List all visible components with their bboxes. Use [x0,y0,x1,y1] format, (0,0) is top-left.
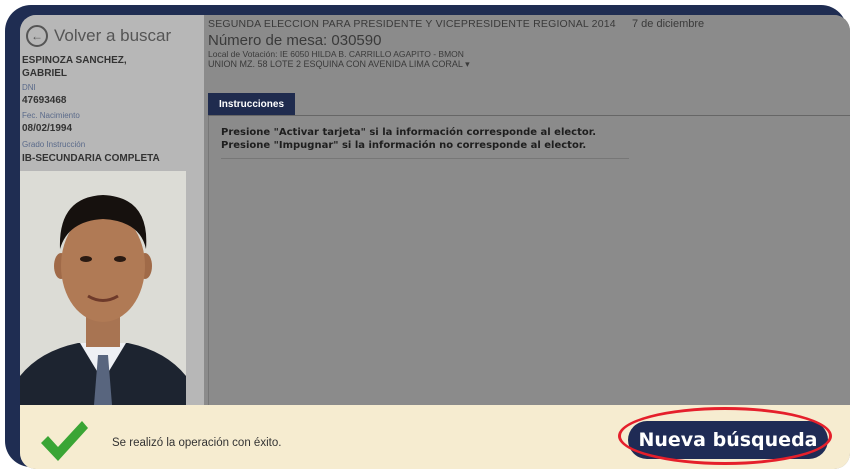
voter-surname: ESPINOZA SANCHEZ, [22,55,127,66]
voting-address: UNION MZ. 58 LOTE 2 ESQUINA CON AVENIDA … [208,59,616,70]
arrow-left-icon: ← [26,25,48,47]
success-message: Se realizó la operación con éxito. [112,437,282,449]
instructions-text: Presione "Activar tarjeta" si la informa… [221,126,596,152]
voter-photo [20,171,186,405]
address-text: UNION MZ. 58 LOTE 2 ESQUINA CON AVENIDA … [208,59,463,69]
app-screen: ← Volver a buscar ESPINOZA SANCHEZ, GABR… [20,15,850,469]
checkmark-icon [41,421,88,461]
success-footer: Se realizó la operación con éxito. Nueva… [20,405,850,469]
tablet-frame: ← Volver a buscar ESPINOZA SANCHEZ, GABR… [5,5,850,469]
instruction-line-challenge: Presione "Impugnar" si la información no… [221,140,587,151]
instructions-divider [221,158,629,159]
education-label: Grado Instrucción [22,140,86,149]
main-panel: SEGUNDA ELECCION PARA PRESIDENTE Y VICEP… [204,15,850,405]
back-to-search-link[interactable]: ← Volver a buscar [26,25,171,47]
birthdate-value: 08/02/1994 [22,123,73,134]
voter-name: GABRIEL [22,68,67,79]
election-header: SEGUNDA ELECCION PARA PRESIDENTE Y VICEP… [208,18,704,70]
dni-value: 47693468 [22,95,67,106]
location-pin-icon: ▾ [465,59,470,69]
table-number: Número de mesa: 030590 [208,32,382,49]
sidebar: ← Volver a buscar ESPINOZA SANCHEZ, GABR… [20,15,204,405]
instruction-line-activate: Presione "Activar tarjeta" si la informa… [221,127,597,138]
election-title: SEGUNDA ELECCION PARA PRESIDENTE Y VICEP… [208,18,616,30]
voting-location: Local de Votación: IE 6050 HILDA B. CARR… [208,49,464,59]
birthdate-label: Fec. Nacimiento [22,111,80,120]
education-value: IB-SECUNDARIA COMPLETA [22,153,160,164]
dni-label: DNI [22,83,36,92]
election-date: 7 de diciembre [632,18,705,30]
tab-instrucciones[interactable]: Instrucciones [208,93,296,116]
instructions-panel: Presione "Activar tarjeta" si la informa… [208,116,849,405]
new-search-button[interactable]: Nueva búsqueda [628,421,828,459]
back-label: Volver a buscar [54,26,172,45]
